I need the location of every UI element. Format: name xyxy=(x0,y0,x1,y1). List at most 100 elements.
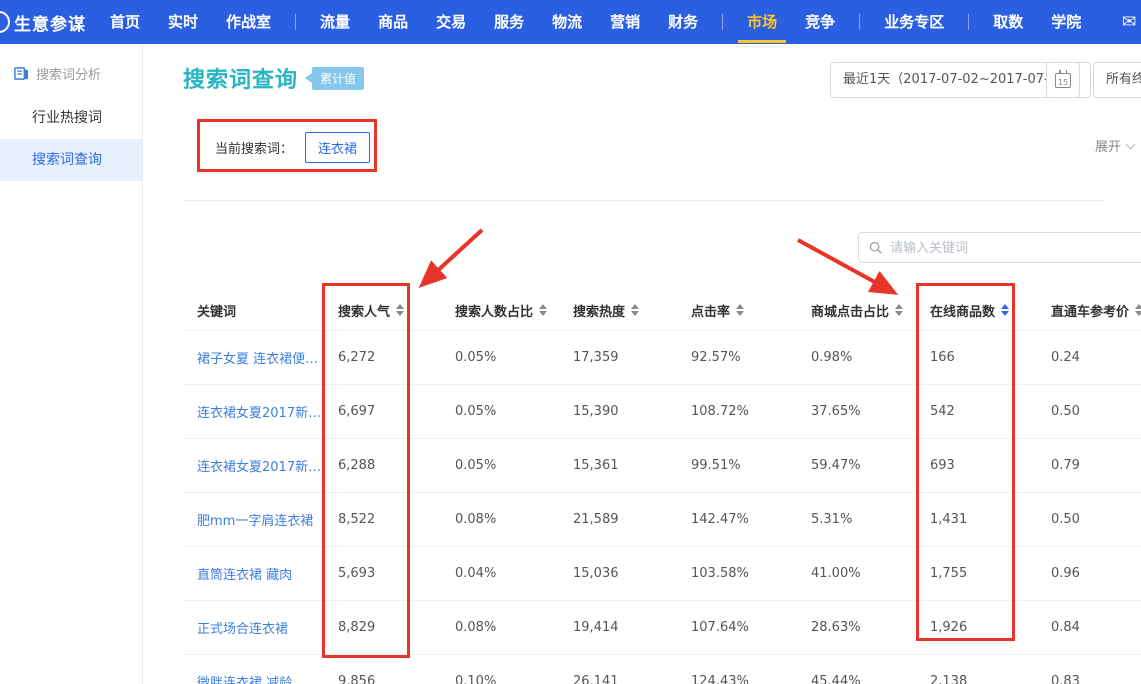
keyword-link[interactable]: 连衣裙女夏2017新款... xyxy=(183,402,338,421)
column-label: 商城点击占比 xyxy=(811,301,889,320)
column-label: 直通车参考价 xyxy=(1051,301,1129,320)
nav-item-作战室[interactable]: 作战室 xyxy=(226,0,271,44)
keyword-link[interactable]: 肥mm一字肩连衣裙 xyxy=(183,510,338,529)
cell-value: 6,288 xyxy=(338,458,455,473)
keyword-link[interactable]: 连衣裙女夏2017新款... xyxy=(183,456,338,475)
keyword-link[interactable]: 直筒连衣裙 藏肉 xyxy=(183,564,338,583)
nav-item-业务专区[interactable]: 业务专区 xyxy=(884,0,944,44)
sort-icon[interactable] xyxy=(736,304,744,316)
keyword-search-input[interactable] xyxy=(890,240,1141,255)
nav-item-首页[interactable]: 首页 xyxy=(110,0,140,44)
terminal-filter-label: 所有终端 xyxy=(1106,72,1141,87)
cell-value: 107.64% xyxy=(691,620,811,635)
brand-name: 生意参谋 xyxy=(14,10,86,35)
sort-asc-icon xyxy=(396,304,404,309)
column-header: 搜索热度 xyxy=(573,301,691,320)
current-term-label: 当前搜索词： xyxy=(215,138,293,157)
sort-desc-icon xyxy=(1001,311,1009,316)
cell-value: 8,829 xyxy=(338,620,455,635)
sidebar-items: 行业热搜词搜索词查询 xyxy=(0,97,142,181)
page: 生意参谋 首页实时作战室 流量商品交易服务物流营销财务 市场竞争 业务专区 取数学院 ✉… xyxy=(0,0,1141,684)
cell-value: 693 xyxy=(930,458,1051,473)
sort-asc-icon xyxy=(539,304,547,309)
cell-value: 59.47% xyxy=(811,458,930,473)
cell-value: 15,390 xyxy=(573,404,691,419)
cell-value: 0.24 xyxy=(1051,350,1141,365)
cell-value: 8,522 xyxy=(338,512,455,527)
table-row: 连衣裙女夏2017新款...6,2880.05%15,36199.51%59.4… xyxy=(183,438,1141,492)
cell-value: 0.50 xyxy=(1051,512,1141,527)
nav-item-物流[interactable]: 物流 xyxy=(552,0,582,44)
cell-value: 0.84 xyxy=(1051,620,1141,635)
nav-item-竞争[interactable]: 竞争 xyxy=(805,0,835,44)
keyword-link[interactable]: 微胖连衣裙 减龄 xyxy=(183,672,338,684)
sidebar-section-header: 搜索词分析 xyxy=(0,44,142,97)
table-row: 裙子女夏 连衣裙便宜5...6,2720.05%17,35992.57%0.98… xyxy=(183,330,1141,384)
cell-value: 0.08% xyxy=(455,512,573,527)
top-nav: 生意参谋 首页实时作战室 流量商品交易服务物流营销财务 市场竞争 业务专区 取数学院 ✉ xyxy=(0,0,1141,44)
cell-value: 45.44% xyxy=(811,674,930,684)
cell-value: 142.47% xyxy=(691,512,811,527)
sort-icon[interactable] xyxy=(895,304,903,316)
nav-item-流量[interactable]: 流量 xyxy=(320,0,350,44)
column-header: 搜索人气 xyxy=(338,301,455,320)
keywords-table: 关键词搜索人气搜索人数占比搜索热度点击率商城点击占比在线商品数直通车参考价裙子女… xyxy=(183,290,1141,684)
nav-item-财务[interactable]: 财务 xyxy=(668,0,698,44)
column-label: 点击率 xyxy=(691,301,730,320)
cell-value: 21,589 xyxy=(573,512,691,527)
nav-divider xyxy=(859,14,860,30)
sort-icon[interactable] xyxy=(539,304,547,316)
nav-item-市场[interactable]: 市场 xyxy=(747,0,777,44)
cell-value: 124.43% xyxy=(691,674,811,684)
nav-item-营销[interactable]: 营销 xyxy=(610,0,640,44)
cell-value: 99.51% xyxy=(691,458,811,473)
cell-value: 1,926 xyxy=(930,620,1051,635)
cell-value: 108.72% xyxy=(691,404,811,419)
cell-value: 17,359 xyxy=(573,350,691,365)
sort-icon[interactable] xyxy=(631,304,639,316)
nav-item-取数[interactable]: 取数 xyxy=(993,0,1023,44)
sort-asc-icon xyxy=(895,304,903,309)
keyword-link[interactable]: 裙子女夏 连衣裙便宜5... xyxy=(183,348,338,367)
cell-value: 0.05% xyxy=(455,404,573,419)
column-label: 搜索人数占比 xyxy=(455,301,533,320)
cell-value: 6,697 xyxy=(338,404,455,419)
expand-toggle[interactable]: 展开 xyxy=(1095,136,1134,155)
brand[interactable]: 生意参谋 xyxy=(0,0,86,44)
nav-item-交易[interactable]: 交易 xyxy=(436,0,466,44)
expand-label: 展开 xyxy=(1095,136,1121,155)
sidebar-item[interactable]: 搜索词查询 xyxy=(0,139,142,181)
cell-value: 9,856 xyxy=(338,674,455,684)
keyword-link[interactable]: 正式场合连衣裙 xyxy=(183,618,338,637)
calendar-button[interactable]: 15 xyxy=(1046,62,1080,98)
column-header: 搜索人数占比 xyxy=(455,301,573,320)
cell-value: 0.08% xyxy=(455,620,573,635)
nav-item-服务[interactable]: 服务 xyxy=(494,0,524,44)
cell-value: 2,138 xyxy=(930,674,1051,684)
sidebar-item[interactable]: 行业热搜词 xyxy=(0,97,142,139)
cell-value: 0.05% xyxy=(455,458,573,473)
current-term-tag[interactable]: 连衣裙 xyxy=(305,132,370,163)
mail-icon[interactable]: ✉ xyxy=(1122,12,1136,32)
cell-value: 28.63% xyxy=(811,620,930,635)
nav-divider xyxy=(722,14,723,30)
terminal-filter-select[interactable]: 所有终端 xyxy=(1093,62,1141,98)
cell-value: 37.65% xyxy=(811,404,930,419)
sort-icon[interactable] xyxy=(1135,304,1141,316)
cell-value: 0.04% xyxy=(455,566,573,581)
cell-value: 15,361 xyxy=(573,458,691,473)
nav-item-商品[interactable]: 商品 xyxy=(378,0,408,44)
nav-item-实时[interactable]: 实时 xyxy=(168,0,198,44)
sort-icon[interactable] xyxy=(1001,304,1009,316)
section-divider xyxy=(183,200,1103,201)
cell-value: 15,036 xyxy=(573,566,691,581)
column-header: 商城点击占比 xyxy=(811,301,930,320)
cell-value: 41.00% xyxy=(811,566,930,581)
nav-item-学院[interactable]: 学院 xyxy=(1051,0,1081,44)
date-range-label: 最近1天（2017-07-02~2017-07-02） xyxy=(843,72,1078,87)
sort-desc-icon xyxy=(895,311,903,316)
cell-value: 26,141 xyxy=(573,674,691,684)
brand-logo-icon xyxy=(0,11,10,33)
sort-icon[interactable] xyxy=(396,304,404,316)
nav-menu: 首页实时作战室 流量商品交易服务物流营销财务 市场竞争 业务专区 取数学院 xyxy=(96,0,1141,44)
